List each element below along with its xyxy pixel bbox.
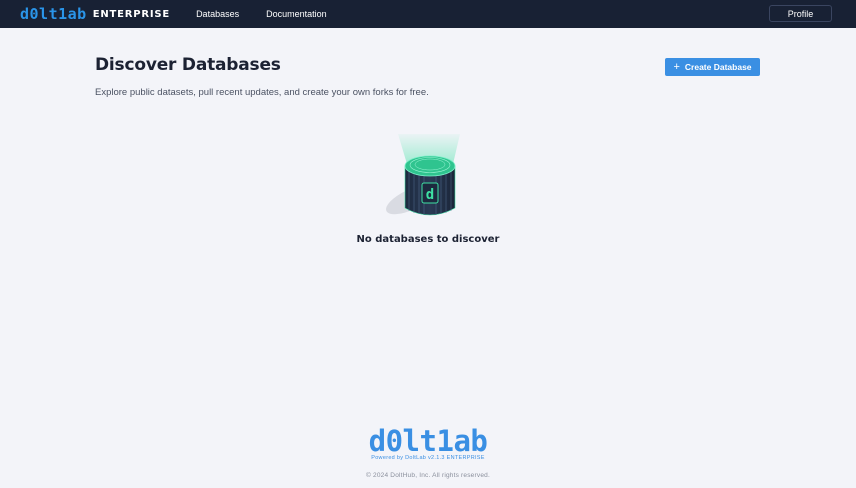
top-navbar: d0lt1ab ENTERPRISE Databases Documentati… <box>0 0 856 28</box>
enterprise-label: ENTERPRISE <box>92 8 171 20</box>
database-cylinder-icon: d <box>376 132 466 220</box>
nav-documentation-link[interactable]: Documentation <box>266 9 327 19</box>
dolt-logo: d0lt1ab <box>20 4 87 23</box>
create-database-button[interactable]: + Create Database <box>665 58 760 76</box>
copyright-text: © 2024 DoltHub, Inc. All rights reserved… <box>366 472 490 479</box>
nav-databases-link[interactable]: Databases <box>196 9 239 19</box>
create-database-label: Create Database <box>684 62 752 72</box>
empty-state-message: No databases to discover <box>356 234 500 245</box>
brand-logo-link[interactable]: d0lt1ab ENTERPRISE <box>20 4 171 23</box>
plus-icon: + <box>673 60 680 73</box>
page-subtitle: Explore public datasets, pull recent upd… <box>95 87 429 98</box>
svg-text:d: d <box>426 187 434 203</box>
powered-by-text: Powered by DoltLab v2.1.3 ENTERPRISE <box>371 455 485 461</box>
footer-dolt-logo: d0lt1ab <box>361 424 495 458</box>
profile-button[interactable]: Profile <box>769 5 832 22</box>
page-title: Discover Databases <box>95 55 281 75</box>
footer-logo-text: d0lt1ab <box>369 425 488 455</box>
